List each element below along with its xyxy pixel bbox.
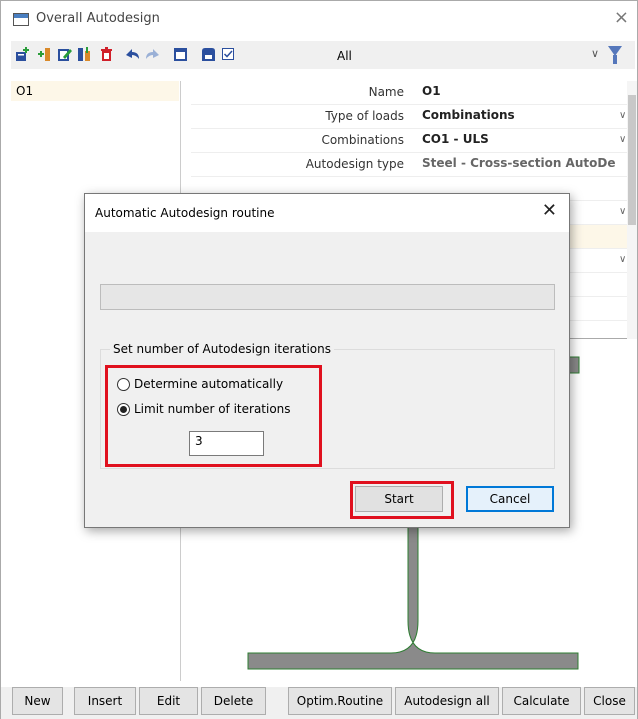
edit-icon[interactable]	[57, 47, 72, 62]
scrollbar-thumb[interactable]	[628, 95, 636, 225]
insert-icon[interactable]	[37, 47, 52, 62]
autodesign-routine-dialog: Automatic Autodesign routine ✕ Set numbe…	[84, 193, 570, 528]
filter-all-label[interactable]: All	[337, 49, 352, 63]
property-label: Name	[368, 85, 404, 99]
edit-button[interactable]: Edit	[139, 687, 198, 715]
copy-icon[interactable]	[77, 47, 92, 62]
calculate-button[interactable]: Calculate	[502, 687, 581, 715]
optim-routine-button[interactable]: Optim.Routine	[288, 687, 392, 715]
save-icon[interactable]	[201, 47, 216, 62]
chevron-down-icon[interactable]: ∨	[591, 47, 599, 60]
dialog-close-button[interactable]: ✕	[542, 200, 557, 221]
window-close-button[interactable]: ×	[614, 7, 629, 28]
insert-button[interactable]: Insert	[74, 687, 136, 715]
list-item[interactable]: O1	[11, 81, 179, 101]
cancel-button[interactable]: Cancel	[466, 486, 554, 512]
window-title: Overall Autodesign	[36, 11, 160, 26]
filter-icon[interactable]	[608, 46, 622, 64]
progress-bar	[100, 284, 555, 310]
property-value[interactable]: O1	[422, 84, 617, 98]
add-icon[interactable]	[15, 47, 30, 62]
property-value[interactable]: Combinations	[422, 108, 617, 122]
autodesign-all-button[interactable]: Autodesign all	[395, 687, 499, 715]
delete-button[interactable]: Delete	[201, 687, 266, 715]
window-icon	[13, 13, 29, 26]
delete-icon[interactable]	[99, 47, 114, 62]
property-label: Autodesign type	[305, 157, 404, 171]
property-row-combinations[interactable]: Combinations CO1 - ULS ∨	[191, 129, 627, 153]
property-value[interactable]: CO1 - ULS	[422, 132, 617, 146]
section-web-and-flange	[247, 520, 579, 670]
chevron-down-icon[interactable]: ∨	[619, 206, 626, 217]
toolbar: All ∨	[11, 41, 635, 69]
property-label: Type of loads	[325, 109, 404, 123]
property-row-autodesign-type[interactable]: Autodesign type Steel - Cross-section Au…	[191, 153, 627, 177]
property-label: Combinations	[321, 133, 404, 147]
table-icon[interactable]	[173, 47, 188, 62]
property-row-name[interactable]: Name O1	[191, 81, 627, 105]
undo-icon[interactable]	[125, 47, 140, 62]
chevron-down-icon[interactable]: ∨	[619, 254, 626, 265]
highlight-box-start	[350, 481, 454, 519]
chevron-down-icon[interactable]: ∨	[619, 134, 626, 145]
title-bar: Overall Autodesign ×	[1, 1, 637, 37]
redo-icon[interactable]	[145, 47, 160, 62]
new-button[interactable]: New	[12, 687, 63, 715]
properties-scrollbar[interactable]	[627, 81, 637, 339]
close-button[interactable]: Close	[584, 687, 635, 715]
group-title: Set number of Autodesign iterations	[110, 342, 334, 356]
property-row-type-of-loads[interactable]: Type of loads Combinations ∨	[191, 105, 627, 129]
chevron-down-icon[interactable]: ∨	[619, 110, 626, 121]
checkbox-icon[interactable]	[221, 47, 236, 62]
highlight-box-iterations	[105, 365, 322, 467]
property-value[interactable]: Steel - Cross-section AutoDe	[422, 156, 617, 170]
dialog-title: Automatic Autodesign routine	[95, 206, 275, 220]
bottom-button-bar: New Insert Edit Delete Optim.Routine Aut…	[1, 687, 637, 719]
dialog-title-bar: Automatic Autodesign routine ✕	[85, 194, 569, 232]
